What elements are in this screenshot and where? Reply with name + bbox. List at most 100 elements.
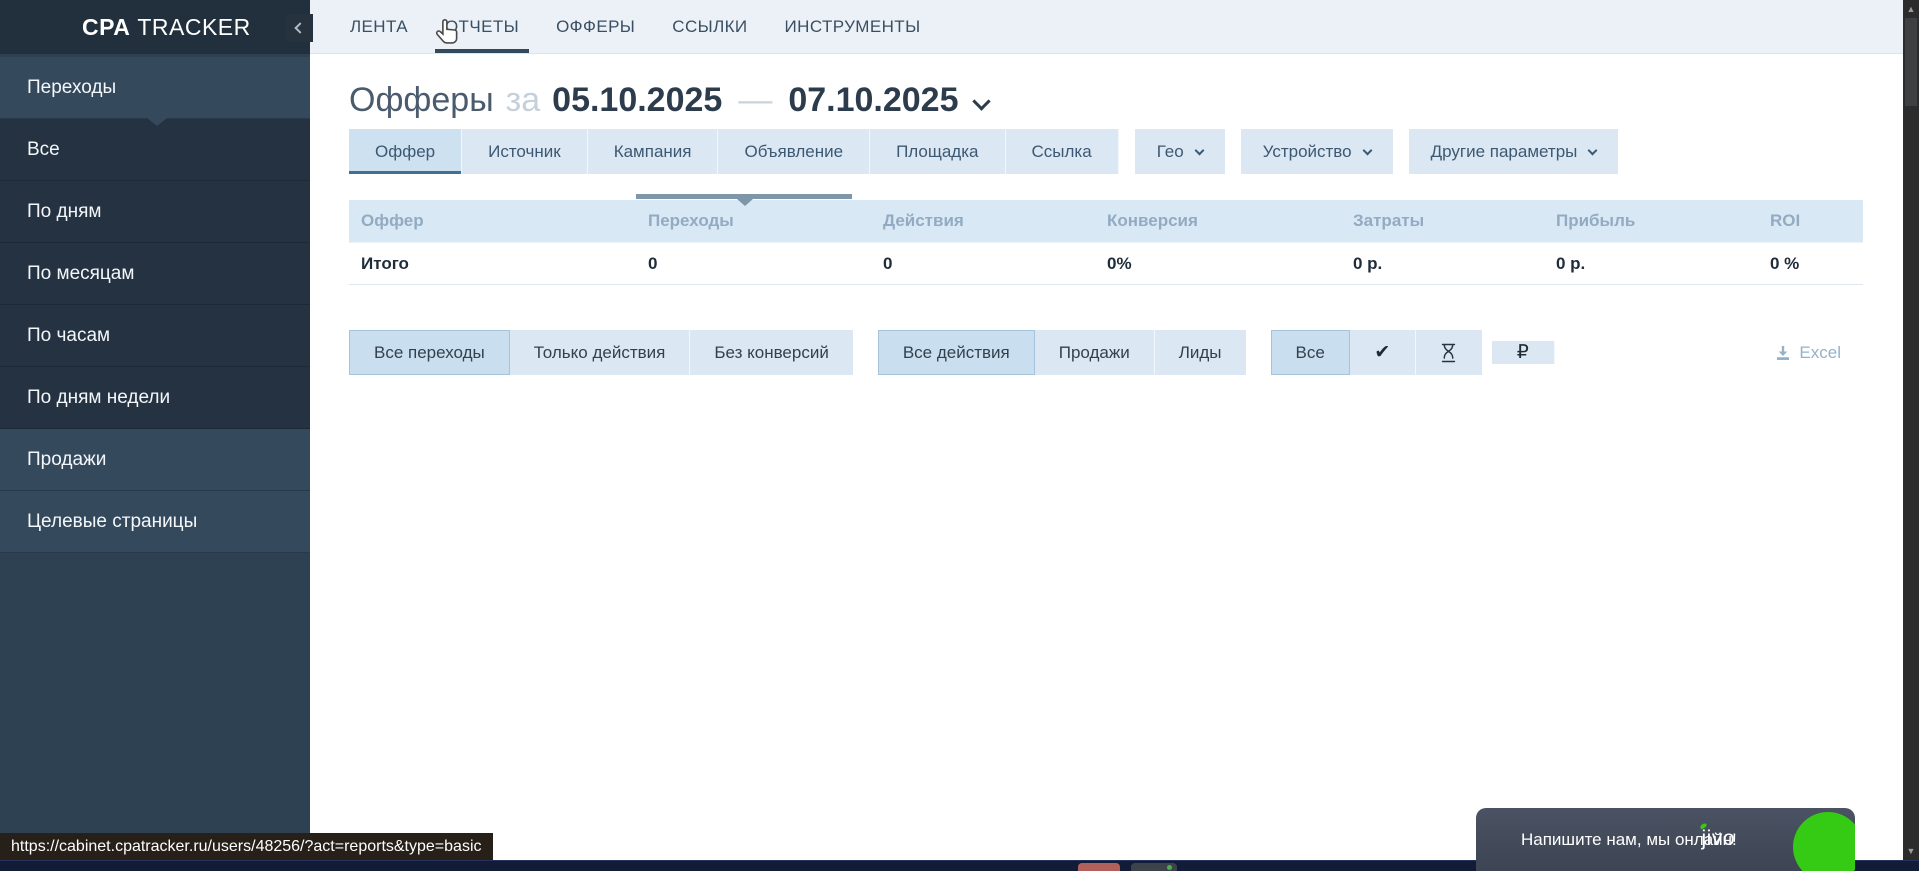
title-preposition: за <box>506 81 541 120</box>
sidebar-item-po-dnyam[interactable]: По дням <box>0 181 310 243</box>
filter-status-approved[interactable]: ✔ <box>1350 330 1416 375</box>
dropdown-label: Другие параметры <box>1431 142 1578 162</box>
nav-tab-label: ИНСТРУМЕНТЫ <box>785 17 921 37</box>
dim-tab-label: Источник <box>488 142 561 162</box>
filter-label: Лиды <box>1179 343 1222 363</box>
sidebar-collapse-button[interactable] <box>286 14 313 42</box>
taskbar-item-dark[interactable] <box>1131 863 1177 871</box>
filter-label: Без конверсий <box>714 343 828 363</box>
dropdown-geo[interactable]: Гео <box>1135 129 1225 174</box>
nav-tab-label: ОТЧЕТЫ <box>445 17 519 37</box>
download-icon <box>1775 345 1791 361</box>
filter-label: Продажи <box>1059 343 1130 363</box>
col-header-roi[interactable]: ROI <box>1758 211 1863 231</box>
col-header-zatraty[interactable]: Затраты <box>1341 211 1544 231</box>
col-header-deystviya[interactable]: Действия <box>871 211 1095 231</box>
sidebar-item-prodazhi[interactable]: Продажи <box>0 429 310 491</box>
nav-tab-ssylki[interactable]: ССЫЛКИ <box>667 0 752 53</box>
top-navbar: ЛЕНТА ОТЧЕТЫ ОФФЕРЫ ССЫЛКИ ИНСТРУМЕНТЫ <box>310 0 1919 54</box>
report-title-row: Офферы за 05.10.2025 — 07.10.2025 <box>349 81 1863 120</box>
nav-tab-offery[interactable]: ОФФЕРЫ <box>551 0 640 53</box>
filter-tolko-deystviya[interactable]: Только действия <box>510 330 691 375</box>
sidebar-item-po-mesyacam[interactable]: По месяцам <box>0 243 310 305</box>
brand-bold: CPA <box>82 14 130 41</box>
sidebar-item-label: По дням недели <box>27 387 170 409</box>
sidebar-item-po-chasam[interactable]: По часам <box>0 305 310 367</box>
nav-tab-lenta[interactable]: ЛЕНТА <box>345 0 413 53</box>
nav-tab-otchety[interactable]: ОТЧЕТЫ <box>440 0 524 53</box>
table-row-totals: Итого 0 0 0% 0 р. 0 р. 0 % <box>349 242 1863 285</box>
totals-profit: 0 р. <box>1544 254 1758 274</box>
hourglass-icon <box>1440 342 1457 364</box>
link-preview-statusbar: https://cabinet.cpatracker.ru/users/4825… <box>0 833 493 860</box>
active-section-notch <box>147 118 167 126</box>
totals-conversion: 0% <box>1095 254 1341 274</box>
filter-vse-deystviya[interactable]: Все действия <box>878 330 1035 375</box>
check-icon: ✔ <box>1374 341 1390 364</box>
dim-tab-label: Ссылка <box>1032 142 1092 162</box>
export-excel-link[interactable]: Excel <box>1775 343 1841 363</box>
nav-tab-label: ССЫЛКИ <box>672 17 747 37</box>
filter-prodazhi[interactable]: Продажи <box>1035 330 1155 375</box>
dim-tab-label: Площадка <box>896 142 978 162</box>
filter-row: Все переходы Только действия Без конверс… <box>349 330 1863 375</box>
totals-costs: 0 р. <box>1341 254 1544 274</box>
page-title: Офферы <box>349 81 494 120</box>
sidebar-item-label: По дням <box>27 201 101 223</box>
chat-widget[interactable]: Напишите нам, мы онлайн! jivo <box>1476 808 1855 871</box>
filter-status-pending[interactable] <box>1416 330 1482 375</box>
date-from[interactable]: 05.10.2025 <box>552 81 722 120</box>
col-header-perehody[interactable]: Переходы <box>636 211 871 231</box>
nav-tab-instrumenty[interactable]: ИНСТРУМЕНТЫ <box>780 0 926 53</box>
dimension-tabs: Оффер Источник Кампания Объявление Площа… <box>349 129 1863 174</box>
col-header-offer[interactable]: Оффер <box>349 211 636 231</box>
ruble-icon: ₽ <box>1517 341 1529 364</box>
filter-lidy[interactable]: Лиды <box>1155 330 1246 375</box>
sidebar-item-celevye-stranicy[interactable]: Целевые страницы <box>0 491 310 553</box>
dim-tab-offer[interactable]: Оффер <box>349 129 462 174</box>
totals-clicks: 0 <box>636 254 871 274</box>
filter-label: Все переходы <box>374 343 485 363</box>
app-logo[interactable]: CPA TRACKER <box>0 0 310 54</box>
scrollbar-down-arrow[interactable]: ▼ <box>1903 846 1919 856</box>
sort-indicator-perehody <box>636 194 852 199</box>
col-header-konversiya[interactable]: Конверсия <box>1095 211 1341 231</box>
table-header-row: Оффер Переходы Действия Конверсия Затрат… <box>349 200 1863 242</box>
sidebar-item-po-dnyam-nedeli[interactable]: По дням недели <box>0 367 310 429</box>
dim-tab-ssylka[interactable]: Ссылка <box>1006 129 1119 174</box>
scrollbar-up-arrow[interactable]: ▲ <box>1903 4 1919 14</box>
nav-tab-label: ЛЕНТА <box>350 17 408 37</box>
dropdown-drugie-parametry[interactable]: Другие параметры <box>1409 129 1619 174</box>
scrollbar-thumb[interactable] <box>1905 18 1917 106</box>
totals-actions: 0 <box>871 254 1095 274</box>
dim-tab-istochnik[interactable]: Источник <box>462 129 588 174</box>
sidebar-item-label: Переходы <box>27 77 116 99</box>
sidebar-item-label: По часам <box>27 325 110 347</box>
date-to[interactable]: 07.10.2025 <box>788 81 958 120</box>
dropdown-label: Устройство <box>1263 142 1352 162</box>
totals-label: Итого <box>349 254 636 274</box>
filter-label: Только действия <box>534 343 666 363</box>
dim-tab-obyavlenie[interactable]: Объявление <box>718 129 870 174</box>
filter-bez-konversiy[interactable]: Без конверсий <box>690 330 852 375</box>
dim-tab-kampaniya[interactable]: Кампания <box>588 129 719 174</box>
filter-vse-perehody[interactable]: Все переходы <box>349 330 510 375</box>
cpa-tracker-app: CPA TRACKER Переходы Все По дням По меся… <box>0 0 1919 871</box>
sidebar-item-label: Все <box>27 139 60 161</box>
chevron-down-icon <box>1588 146 1598 156</box>
dim-tab-ploshchadka[interactable]: Площадка <box>870 129 1005 174</box>
browser-scrollbar[interactable]: ▲ ▼ <box>1903 0 1919 860</box>
dim-tab-label: Объявление <box>744 142 843 162</box>
actions-filter-group: Все действия Продажи Лиды <box>878 330 1246 375</box>
filter-currency-ruble[interactable]: ₽ <box>1492 341 1555 364</box>
filter-status-vse[interactable]: Все <box>1271 330 1350 375</box>
col-header-pribyl[interactable]: Прибыль <box>1544 211 1758 231</box>
date-range-chevron-icon[interactable] <box>972 92 990 110</box>
dropdown-ustroystvo[interactable]: Устройство <box>1241 129 1393 174</box>
status-filter-group: Все ✔ <box>1271 330 1482 375</box>
sidebar-item-vse[interactable]: Все <box>0 119 310 181</box>
sidebar-menu: Переходы Все По дням По месяцам По часам… <box>0 57 310 553</box>
sidebar: CPA TRACKER Переходы Все По дням По меся… <box>0 0 310 871</box>
taskbar-item-red[interactable] <box>1078 863 1120 871</box>
sidebar-item-perehody[interactable]: Переходы <box>0 57 310 119</box>
